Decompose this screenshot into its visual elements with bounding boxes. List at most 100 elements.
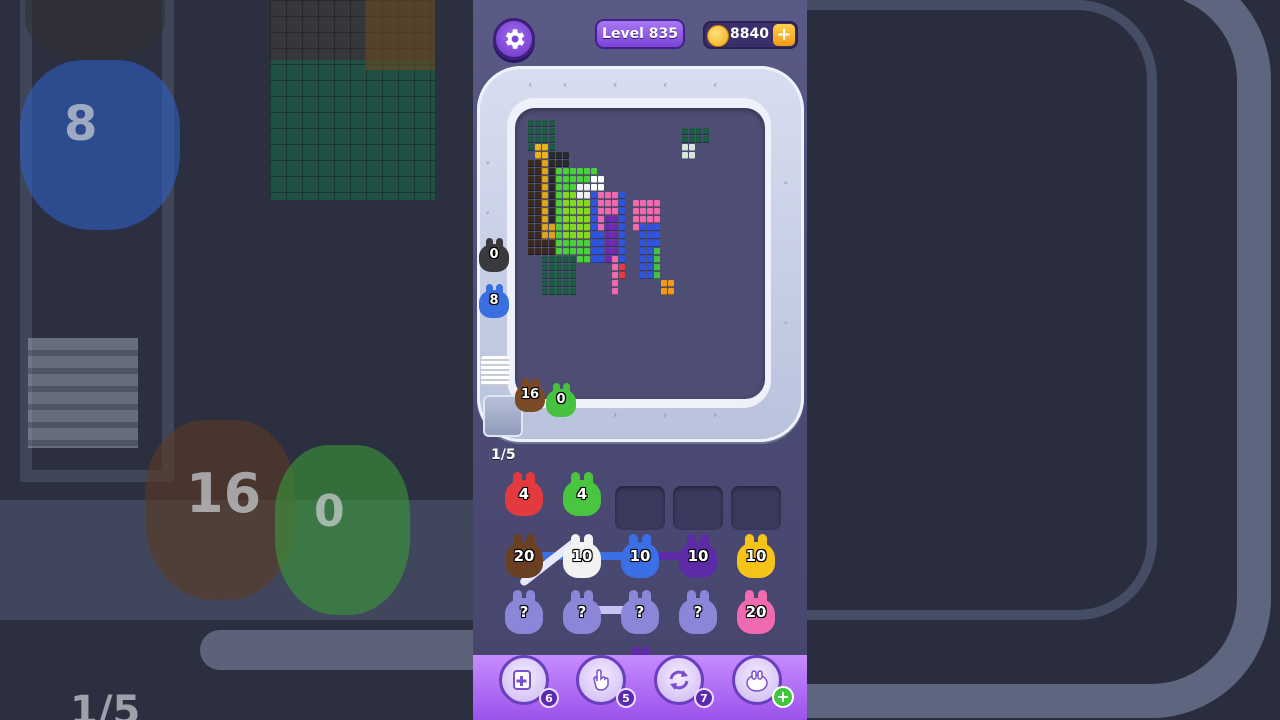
- pixel: [591, 208, 597, 215]
- belt-arrow-icon: ˅: [485, 210, 491, 223]
- pixel: [570, 232, 576, 239]
- pixel: [619, 240, 625, 247]
- queue-blob-brown[interactable]: 20: [502, 534, 546, 580]
- pixel: [654, 272, 660, 279]
- pixel: [549, 152, 555, 159]
- empty-slot[interactable]: [731, 486, 781, 530]
- pixel: [535, 216, 541, 223]
- pixel: [542, 248, 548, 255]
- pixel: [577, 240, 583, 247]
- empty-slot[interactable]: [673, 486, 723, 530]
- pixel: [689, 152, 695, 159]
- queue-blob-hidden[interactable]: ?: [502, 590, 546, 636]
- blob-count: ?: [693, 603, 703, 621]
- slot-blob-green[interactable]: 4: [560, 472, 604, 518]
- pixel: [556, 216, 562, 223]
- pixel: [577, 168, 583, 175]
- pixel: [542, 224, 548, 231]
- pixel: [535, 144, 541, 151]
- pixel: [549, 136, 555, 143]
- queue-blob-blue[interactable]: 10: [618, 534, 662, 580]
- pixel: [612, 256, 618, 263]
- pixel: [661, 288, 667, 295]
- queue-blob-hidden[interactable]: ?: [560, 590, 604, 636]
- pixel: [605, 240, 611, 247]
- pixel: [549, 224, 555, 231]
- queue-blob-yellow[interactable]: 10: [734, 534, 778, 580]
- slot-blob-red[interactable]: 4: [502, 472, 546, 518]
- hand-count: 5: [616, 688, 636, 708]
- pixel: [633, 224, 639, 231]
- add-coins-button[interactable]: +: [773, 24, 795, 46]
- pixel: [577, 248, 583, 255]
- pixel: [556, 208, 562, 215]
- pixel: [598, 232, 604, 239]
- pixel: [563, 288, 569, 295]
- queue-blob-purple[interactable]: 10: [676, 534, 720, 580]
- pixel: [640, 232, 646, 239]
- pixel: [528, 200, 534, 207]
- conveyor-blob-black: 0: [477, 238, 511, 274]
- pixel: [556, 160, 562, 167]
- pixel: [542, 280, 548, 287]
- belt-arrow-icon: ˄: [783, 180, 789, 193]
- blob-count: 10: [745, 547, 767, 565]
- pixel: [640, 208, 646, 215]
- pixel: [612, 240, 618, 247]
- pixel: [563, 208, 569, 215]
- pixel: [549, 200, 555, 207]
- pixel: [528, 184, 534, 191]
- pixel: [654, 240, 660, 247]
- shuffle-icon: [669, 670, 689, 690]
- pixel: [556, 176, 562, 183]
- queue-blob-hidden[interactable]: ?: [618, 590, 662, 636]
- magic-blob-add[interactable]: +: [772, 686, 794, 708]
- pixel: [647, 272, 653, 279]
- pixel: [570, 224, 576, 231]
- pixel: [542, 168, 548, 175]
- queue-blob-hidden[interactable]: ?: [676, 590, 720, 636]
- pixel: [605, 232, 611, 239]
- pixel: [556, 272, 562, 279]
- empty-slot[interactable]: [615, 486, 665, 530]
- queue-blob-pink[interactable]: 20: [734, 590, 778, 636]
- background-belt-rail: [200, 630, 473, 670]
- pixel: [570, 280, 576, 287]
- pixel: [556, 248, 562, 255]
- settings-button[interactable]: [493, 18, 535, 60]
- blob-count: 0: [489, 247, 499, 262]
- pixel: [654, 208, 660, 215]
- pixel: [528, 240, 534, 247]
- pixel: [542, 256, 548, 263]
- pixel: [612, 232, 618, 239]
- pixel: [528, 232, 534, 239]
- pixel: [556, 200, 562, 207]
- pixel: [605, 208, 611, 215]
- blob-count: ?: [577, 603, 587, 621]
- pixel: [556, 224, 562, 231]
- pixel: [549, 240, 555, 247]
- blob-count: 10: [629, 547, 651, 565]
- pixel: [619, 192, 625, 199]
- pixel: [563, 152, 569, 159]
- pixel: [647, 200, 653, 207]
- shuffle-count: 7: [694, 688, 714, 708]
- pixel: [591, 232, 597, 239]
- conveyor-blob-green: 0: [544, 383, 578, 419]
- pixel: [570, 256, 576, 263]
- pixel: [556, 256, 562, 263]
- blob-count: ?: [519, 603, 529, 621]
- queue-blob-white[interactable]: 10: [560, 534, 604, 580]
- pixel: [696, 128, 702, 135]
- pixel: [528, 160, 534, 167]
- background-stack: [28, 338, 138, 448]
- blob-count: 16: [520, 387, 540, 402]
- pixel: [598, 176, 604, 183]
- pixel: [556, 288, 562, 295]
- pixel: [584, 200, 590, 207]
- pixel: [640, 248, 646, 255]
- background-count: 1/5: [70, 688, 141, 720]
- blob-count: 0: [556, 392, 566, 407]
- pixel: [542, 272, 548, 279]
- pixel-art-image: [528, 120, 728, 320]
